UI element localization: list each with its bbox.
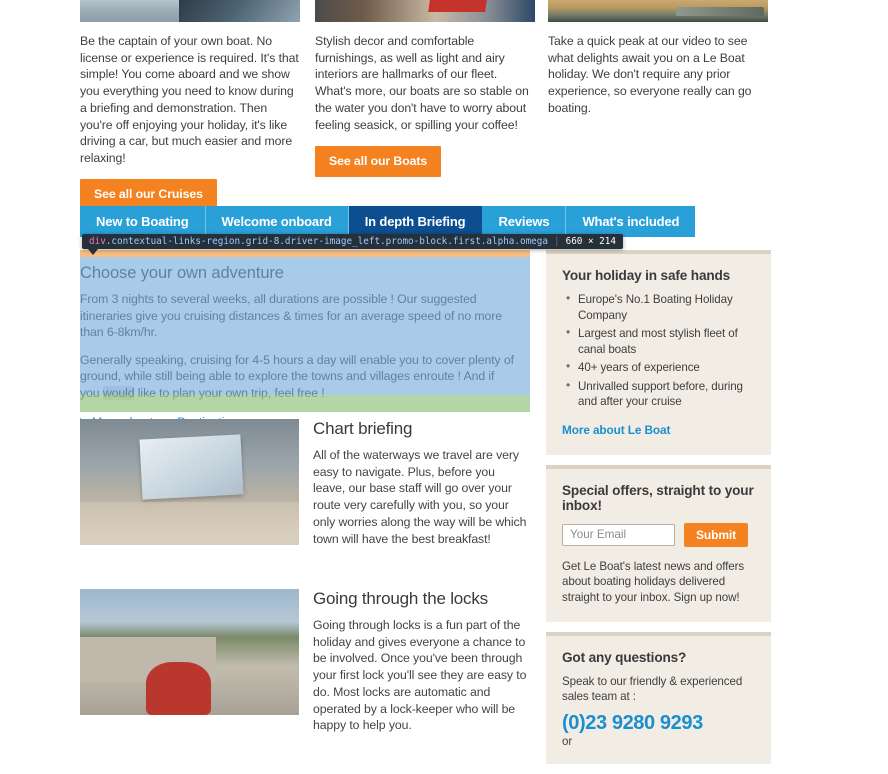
chart-briefing-heading: Chart briefing <box>313 419 413 438</box>
going-through-locks-photo <box>80 589 299 715</box>
main-content-column: Choose your own adventure From 3 nights … <box>80 250 530 732</box>
sidebar-card-safe-hands: Your holiday in safe hands Europe's No.1… <box>546 250 771 455</box>
devtools-dimensions: 660 × 214 <box>565 236 616 247</box>
devtools-class-list: .contextual-links-region.grid-8.driver-i… <box>105 236 548 247</box>
video-thumbnail[interactable] <box>548 0 768 22</box>
list-item: 40+ years of experience <box>566 359 755 376</box>
promo-column-cruises: Be the captain of your own boat. No lice… <box>80 0 300 211</box>
see-all-boats-button[interactable]: See all our Boats <box>315 145 442 177</box>
devtools-tag-name: div <box>89 236 106 247</box>
email-input[interactable] <box>562 523 675 546</box>
adventure-paragraph-2: Generally speaking, cruising for 4-5 hou… <box>80 352 514 402</box>
adventure-heading: Choose your own adventure <box>80 264 284 282</box>
article-chart-briefing: Chart briefing All of the waterways we t… <box>80 419 530 547</box>
sidebar: Your holiday in safe hands Europe's No.1… <box>546 250 771 774</box>
or-label: or <box>562 736 573 749</box>
devtools-tooltip-arrow-icon <box>88 249 98 255</box>
tab-whats-included[interactable]: What's included <box>566 206 696 237</box>
devtools-separator: | <box>553 236 560 247</box>
safe-hands-heading: Your holiday in safe hands <box>562 268 731 283</box>
submit-button[interactable]: Submit <box>684 522 749 547</box>
adventure-selected-word: would <box>102 385 135 400</box>
going-through-locks-body: Going through locks is a fun part of the… <box>313 618 527 733</box>
phone-number-link[interactable]: (0)23 9280 9293 <box>562 712 755 735</box>
newsletter-heading: Special offers, straight to your inbox! <box>562 482 754 513</box>
adventure-paragraph-2-part-b: like to plan your own trip, feel free ! <box>134 385 325 400</box>
promo-column-boats: Stylish decor and comfortable furnishing… <box>315 0 535 177</box>
tab-reviews[interactable]: Reviews <box>482 206 567 237</box>
promo-body-video: Take a quick peak at our video to see wh… <box>548 34 752 115</box>
adventure-paragraph-1: From 3 nights to several weeks, all dura… <box>80 292 503 340</box>
list-item: Europe's No.1 Boating Holiday Company <box>566 291 755 323</box>
list-item: Unrivalled support before, during and af… <box>566 378 755 410</box>
tab-new-to-boating[interactable]: New to Boating <box>80 206 206 237</box>
article-going-through-locks: Going through the locks Going through lo… <box>80 589 530 734</box>
promo-body-boats: Stylish decor and comfortable furnishing… <box>315 34 529 132</box>
promo-column-video: Take a quick peak at our video to see wh… <box>548 0 768 129</box>
devtools-inspector-tooltip: div .contextual-links-region.grid-8.driv… <box>82 234 623 249</box>
list-item: Largest and most stylish fleet of canal … <box>566 325 755 357</box>
questions-intro: Speak to our friendly & experienced sale… <box>562 674 743 704</box>
boat-on-water-photo <box>80 0 300 22</box>
safe-hands-list: Europe's No.1 Boating Holiday Company La… <box>562 291 755 410</box>
questions-heading: Got any questions? <box>562 649 687 665</box>
promo-body-cruises: Be the captain of your own boat. No lice… <box>80 34 299 165</box>
going-through-locks-heading: Going through the locks <box>313 589 488 608</box>
chart-briefing-photo <box>80 419 299 545</box>
chart-briefing-text: Chart briefing All of the waterways we t… <box>299 419 530 547</box>
promo-cta-wrap-boats: See all our Boats <box>315 145 535 177</box>
more-about-le-boat-link[interactable]: More about Le Boat <box>562 423 670 437</box>
sidebar-card-newsletter: Special offers, straight to your inbox! … <box>546 464 771 622</box>
chart-briefing-body: All of the waterways we travel are very … <box>313 448 527 546</box>
boat-interior-photo <box>315 0 535 22</box>
page-root: Be the captain of your own boat. No lice… <box>0 0 888 765</box>
newsletter-description: Get Le Boat's latest news and offers abo… <box>562 559 745 604</box>
tab-in-depth-briefing[interactable]: In depth Briefing <box>348 206 483 237</box>
tab-welcome-onboard[interactable]: Welcome onboard <box>205 206 349 237</box>
sidebar-card-questions: Got any questions? Speak to our friendly… <box>546 631 771 765</box>
section-tab-bar: New to Boating Welcome onboard In depth … <box>80 206 696 237</box>
choose-your-own-adventure-block: Choose your own adventure From 3 nights … <box>80 250 530 431</box>
newsletter-signup-row: Submit <box>562 522 755 547</box>
going-through-locks-text: Going through the locks Going through lo… <box>299 589 530 734</box>
